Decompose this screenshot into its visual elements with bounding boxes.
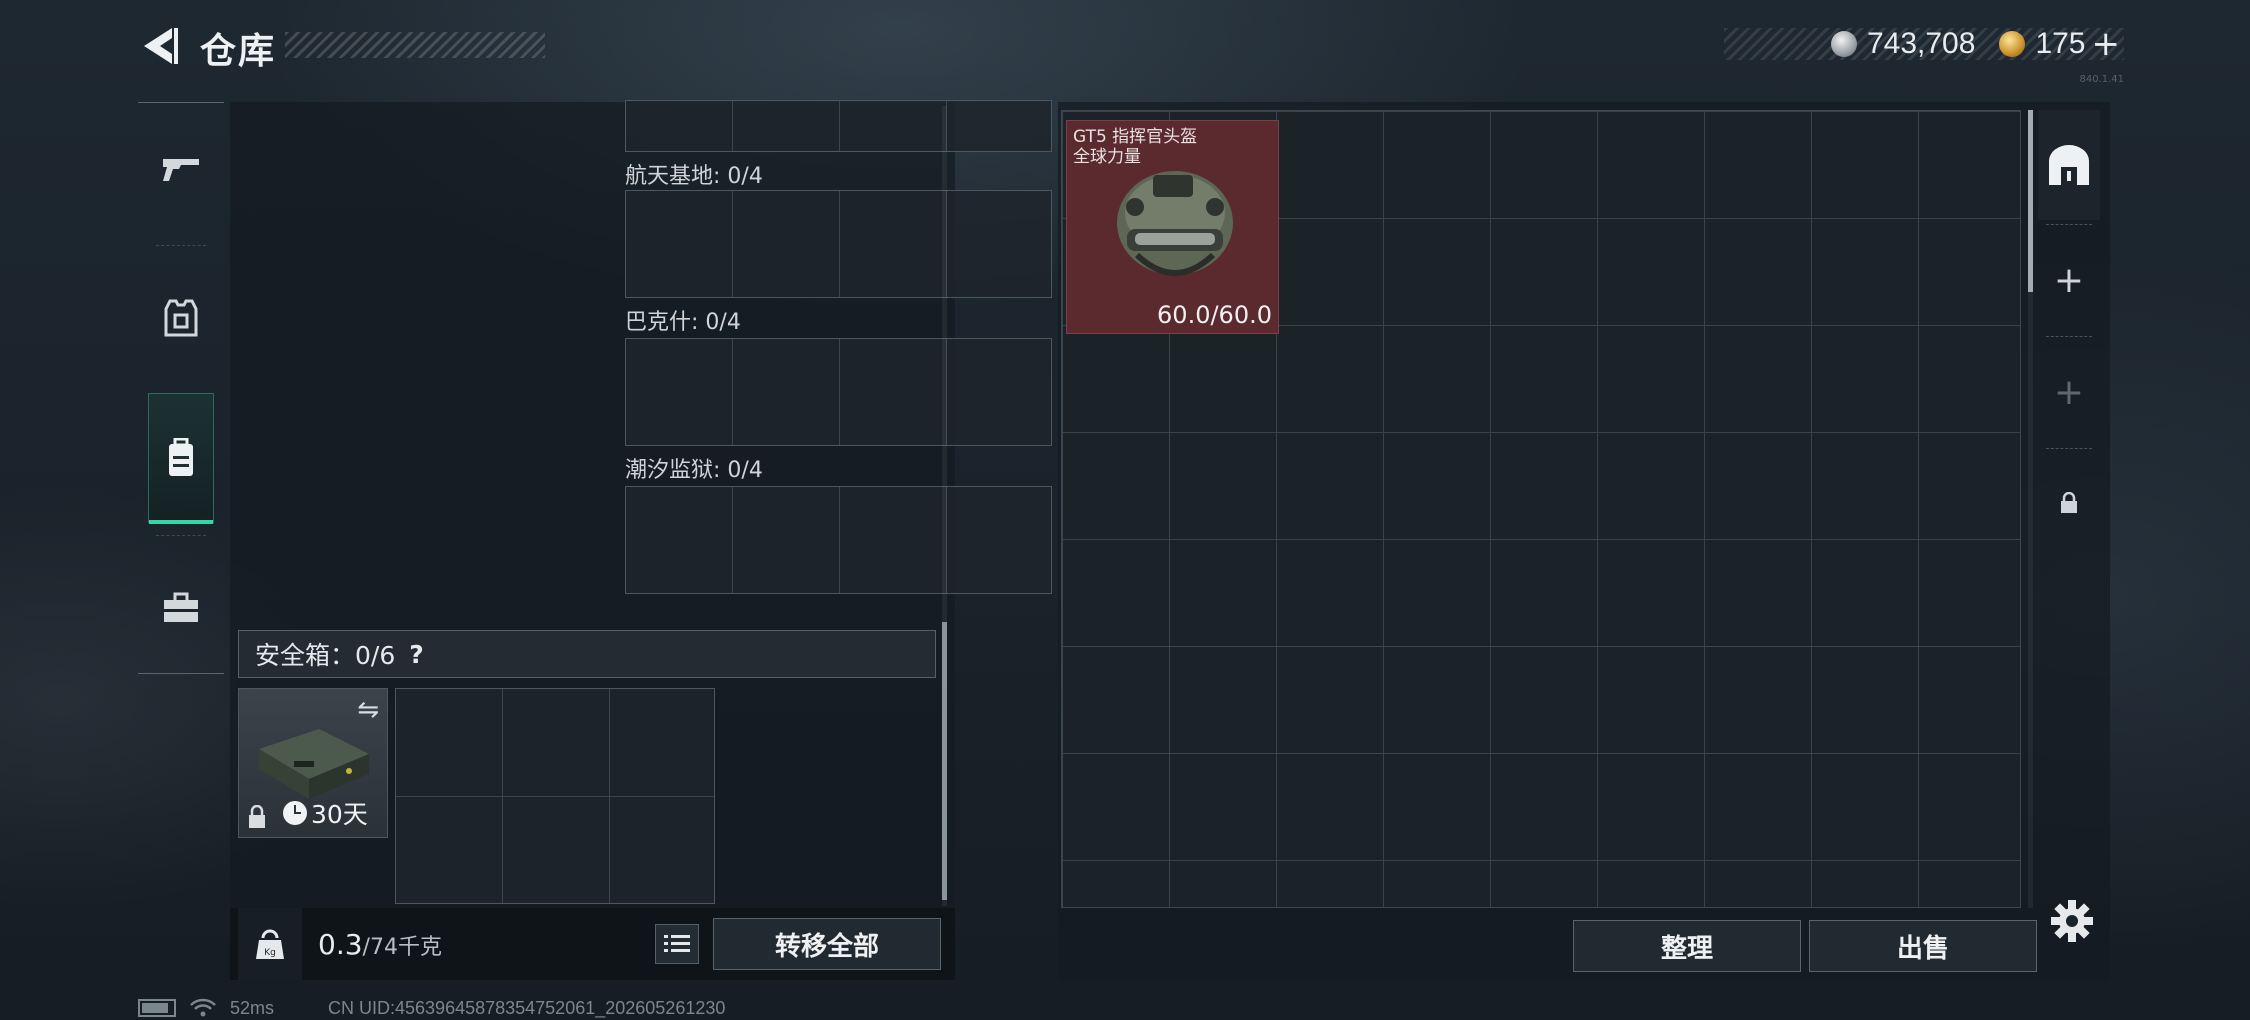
plus-icon: + [2053,259,2085,301]
rail-item-backpack[interactable] [148,393,214,524]
category-rail [138,102,224,674]
battery-icon [138,999,176,1017]
topup-button[interactable]: + [2092,24,2121,64]
stash-panel: GT5 指挥官头盔 全球力量 60.0/60.0 + + 整理 出售 [1058,102,2110,980]
safe-box-card[interactable]: ⇋ 30天 [238,688,388,838]
container-grid-bakhsh[interactable] [625,338,1052,446]
plus-icon: + [2053,371,2085,413]
backpack-icon [169,438,193,476]
weight-bar: Kg 0.3/74千克 转移全部 [230,908,955,980]
swap-icon[interactable]: ⇋ [357,695,379,725]
briefcase-icon [164,592,198,622]
safe-box-title: 安全箱：0/6 [255,641,396,670]
safe-box-grid[interactable] [395,688,715,904]
weight-current: 0.3 [318,928,363,961]
weight-icon: Kg [256,929,284,959]
stash-grid[interactable]: GT5 指挥官头盔 全球力量 60.0/60.0 [1061,110,2021,908]
title-decoration [285,32,545,58]
lock-icon [249,805,265,828]
clock-icon [283,801,307,825]
rail-item-tools[interactable] [138,543,224,673]
section-label-tidal-prison: 潮汐监狱: 0/4 [625,458,763,483]
help-button[interactable]: ? [409,640,424,669]
safe-box-days: 30天 [311,800,368,829]
tab-locked-page[interactable] [2038,452,2100,554]
armor-vest-icon [164,299,198,337]
lock-icon [2061,492,2077,513]
wifi-icon [190,998,216,1017]
safe-box-duration: 30天 [283,795,368,831]
back-arrow-icon [144,28,178,64]
weight-lock-button[interactable]: Kg [238,908,302,980]
silver-coin-icon [1830,31,1857,57]
rail-item-armor[interactable] [138,253,224,383]
list-icon [664,935,690,952]
rail-item-weapons[interactable] [138,103,224,233]
page-title: 仓库 [200,31,277,72]
section-label-spacebase: 航天基地: 0/4 [625,164,763,189]
stash-icon [2049,145,2089,185]
ping-label: 52ms [230,997,275,1018]
stash-page-tabs: + + [2038,110,2100,554]
container-grid-spacebase[interactable] [625,190,1052,298]
stash-item-helmet[interactable]: GT5 指挥官头盔 全球力量 60.0/60.0 [1066,120,1279,334]
gold-coin-icon [1999,31,2026,57]
weight-max: /74千克 [362,935,442,960]
scrollbar-thumb[interactable] [942,622,947,900]
gun-icon [163,159,199,181]
safe-box-header: 安全箱：0/6 ? [238,630,936,678]
currency-bar: 743,708 175 + [1724,24,2124,64]
tab-add-page-1[interactable]: + [2038,228,2100,332]
stash-scrollbar-thumb[interactable] [2028,110,2033,292]
status-bar: 52ms CN UID:456396458783547520​61_202605… [138,996,725,1020]
sell-button[interactable]: 出售 [1809,920,2037,972]
weight-readout: 0.3/74千克 [318,928,442,961]
item-name-line1: GT5 指挥官头盔 [1073,127,1198,147]
item-durability: 60.0/60.0 [1157,301,1272,329]
back-button[interactable] [138,24,182,68]
helmet-image [1117,171,1233,276]
tidy-button[interactable]: 整理 [1573,920,1801,972]
svg-text:Kg: Kg [264,948,276,958]
transfer-all-button[interactable]: 转移全部 [713,918,941,970]
list-view-button[interactable] [655,924,699,964]
container-grid [625,100,1052,152]
tab-stash-main[interactable] [2038,110,2100,220]
loadout-panel: 航天基地: 0/4 巴克什: 0/4 潮汐监狱: 0/4 安全箱：0/6 ? ⇋… [230,100,1052,980]
tab-add-page-2[interactable]: + [2038,340,2100,444]
silver-balance: 743,708 [1866,27,1976,60]
gold-balance: 175 [2035,27,2086,60]
uid-label: CN UID:456396458783547520​61_20260526123… [328,997,726,1018]
container-grid-tidal-prison[interactable] [625,486,1052,594]
settings-gear-icon[interactable] [2048,897,2096,945]
version-label: 840.1.41 [2079,74,2124,85]
section-label-bakhsh: 巴克什: 0/4 [625,310,741,335]
